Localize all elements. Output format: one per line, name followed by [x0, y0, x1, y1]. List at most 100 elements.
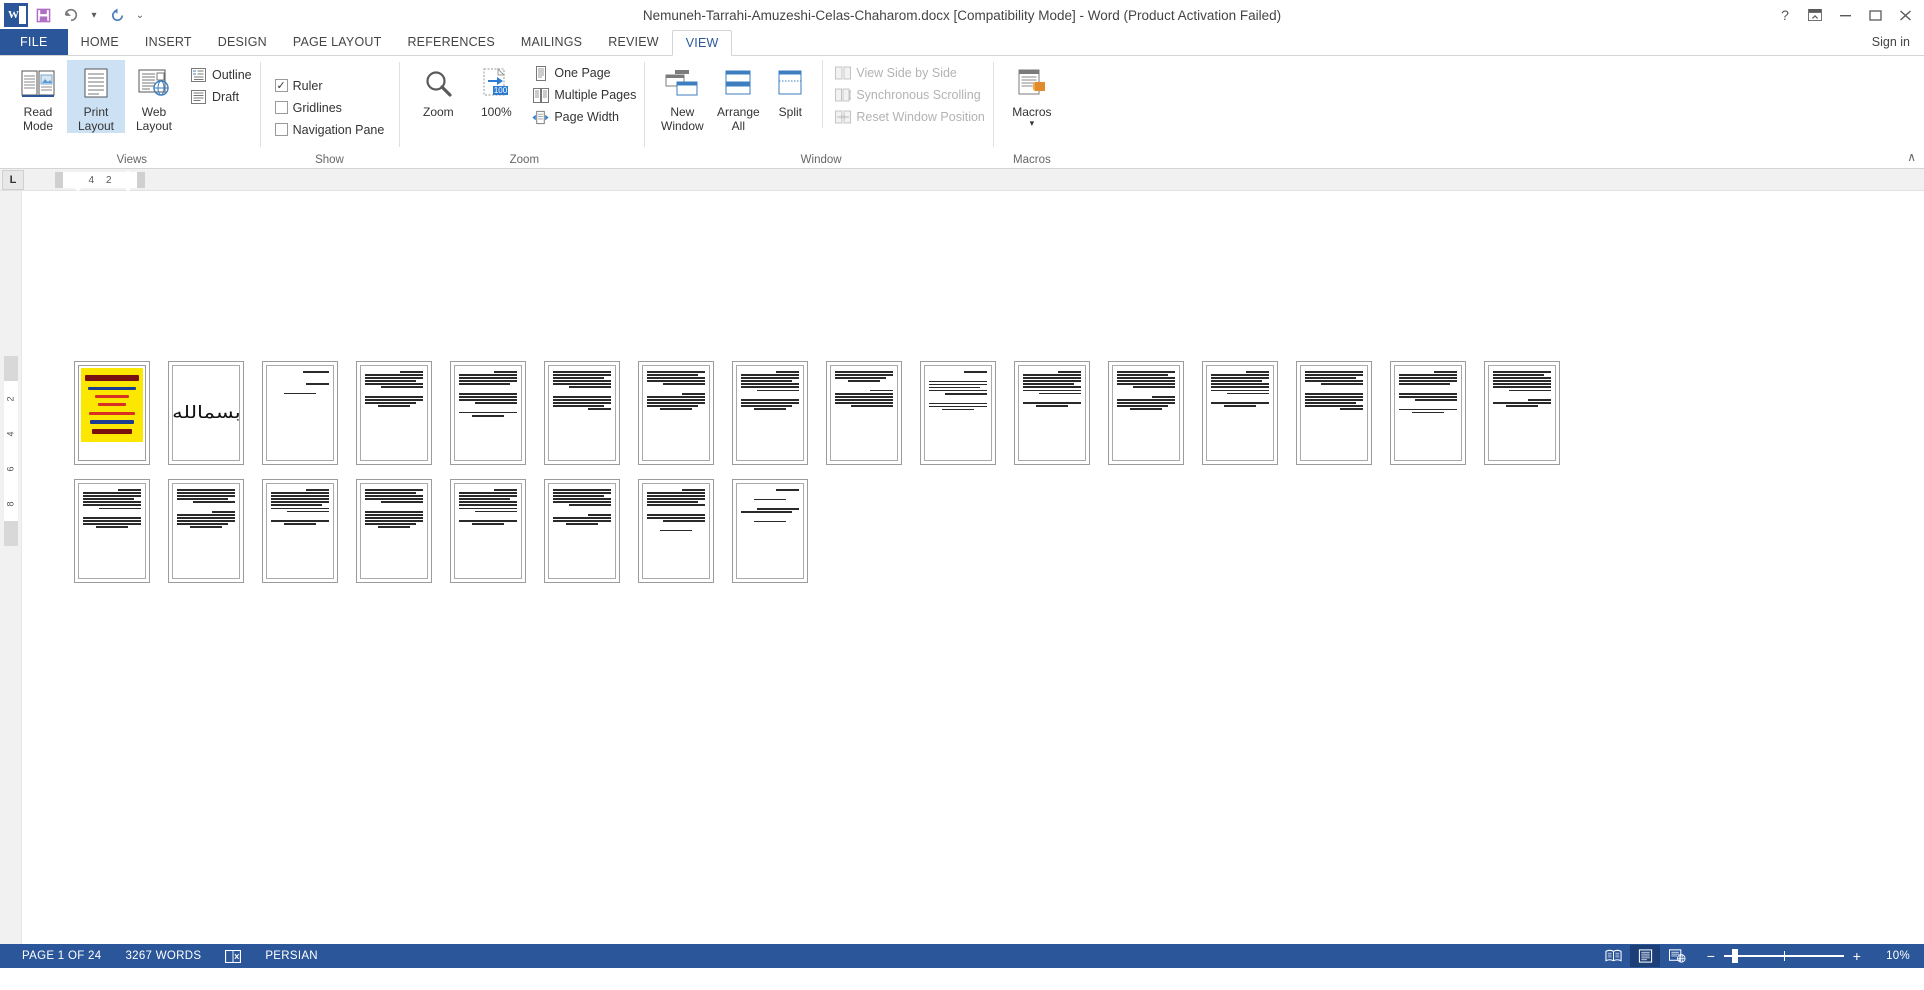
customize-qat-icon[interactable]: ⌄ [132, 2, 148, 28]
navigation-pane-checkbox[interactable] [274, 123, 288, 136]
advertisement-banner [81, 368, 143, 442]
page-thumbnail[interactable] [1484, 361, 1560, 465]
navigation-pane-checkbox-item[interactable]: Navigation Pane [272, 119, 388, 141]
proofing-errors-icon[interactable] [213, 949, 253, 963]
ruler-checkbox-item[interactable]: ✓ Ruler [272, 75, 326, 97]
read-mode-button[interactable]: Read Mode [9, 60, 67, 133]
arrange-all-button[interactable]: Arrange All [710, 60, 766, 133]
status-bar: PAGE 1 OF 24 3267 WORDS PERSIAN − + 10% [0, 944, 1924, 968]
draft-label: Draft [212, 90, 240, 104]
page-thumbnail[interactable] [1108, 361, 1184, 465]
web-layout-view-button[interactable] [1662, 945, 1692, 967]
horizontal-ruler[interactable]: L 4 2 [0, 169, 1924, 192]
minimize-button[interactable] [1830, 2, 1860, 28]
page-thumbnail[interactable] [544, 479, 620, 583]
gridlines-checkbox[interactable] [274, 101, 288, 114]
undo-dropdown-icon[interactable]: ▾ [86, 2, 102, 28]
page-canvas[interactable]: بسم​الله [22, 191, 1924, 944]
first-line-indent-marker[interactable] [123, 170, 133, 176]
zoom-track[interactable] [1724, 949, 1844, 963]
page-thumbnail[interactable] [638, 361, 714, 465]
zoom-slider[interactable]: − + [1704, 948, 1864, 964]
page-thumbnail[interactable] [262, 479, 338, 583]
draft-button[interactable]: Draft [187, 86, 255, 108]
page-thumbnail[interactable] [826, 361, 902, 465]
tab-page-layout[interactable]: PAGE LAYOUT [280, 29, 395, 55]
page-thumbnail[interactable] [74, 479, 150, 583]
multiple-pages-button[interactable]: Multiple Pages [529, 84, 639, 106]
print-layout-view-button[interactable] [1630, 945, 1660, 967]
tab-references[interactable]: REFERENCES [394, 29, 507, 55]
page-thumbnail[interactable] [732, 479, 808, 583]
page-thumbnail[interactable]: بسم​الله [168, 361, 244, 465]
page-thumbnail[interactable] [1202, 361, 1278, 465]
outline-button[interactable]: Outline [187, 64, 255, 86]
macros-button[interactable]: Macros ▾ [1003, 60, 1061, 128]
save-icon[interactable] [30, 2, 56, 28]
page-content [1300, 365, 1368, 461]
page-thumbnail[interactable] [1390, 361, 1466, 465]
collapse-ribbon-icon[interactable]: ∧ [1907, 150, 1916, 164]
arrange-all-icon [721, 63, 755, 105]
page-thumbnail[interactable] [544, 361, 620, 465]
sign-in-link[interactable]: Sign in [1872, 29, 1924, 55]
zoom-100-button[interactable]: 100 100% [467, 60, 525, 119]
vertical-ruler-scale: 2 4 6 8 [4, 381, 18, 521]
tab-mailings[interactable]: MAILINGS [508, 29, 595, 55]
tab-insert[interactable]: INSERT [132, 29, 205, 55]
tab-file[interactable]: FILE [0, 29, 68, 55]
zoom-in-button[interactable]: + [1850, 948, 1864, 964]
vertical-ruler[interactable]: 2 4 6 8 [0, 191, 22, 944]
tab-stop-selector[interactable]: L [2, 169, 24, 190]
language-indicator[interactable]: PERSIAN [253, 950, 330, 962]
page-thumbnail[interactable] [356, 479, 432, 583]
redo-icon[interactable] [104, 2, 130, 28]
page-thumbnail[interactable] [450, 479, 526, 583]
print-layout-label-1: Print [83, 105, 109, 119]
help-icon[interactable]: ? [1770, 2, 1800, 28]
undo-icon[interactable] [58, 2, 84, 28]
title-bar: W ▾ ⌄ Nemuneh-Tarrahi-Amuzeshi-Celas-Cha… [0, 0, 1924, 30]
page-thumbnail[interactable] [356, 361, 432, 465]
page-thumbnail[interactable] [1014, 361, 1090, 465]
tab-view[interactable]: VIEW [671, 30, 733, 56]
read-mode-view-button[interactable] [1598, 945, 1628, 967]
page-thumbnail[interactable] [262, 361, 338, 465]
one-page-button[interactable]: One Page [529, 62, 639, 84]
ruler-scale[interactable]: 4 2 [55, 170, 145, 192]
word-count[interactable]: 3267 WORDS [113, 950, 213, 962]
tab-review[interactable]: REVIEW [595, 29, 672, 55]
macros-dropdown-arrow[interactable]: ▾ [1030, 119, 1035, 128]
vruler-mark-4: 4 [5, 430, 16, 437]
zoom-out-button[interactable]: − [1704, 948, 1718, 964]
new-window-button[interactable]: New Window [654, 60, 710, 133]
zoom-thumb[interactable] [1732, 949, 1738, 963]
close-button[interactable] [1890, 2, 1920, 28]
page-thumbnail[interactable] [1296, 361, 1372, 465]
zoom-level-label[interactable]: 10% [1876, 950, 1910, 962]
gridlines-checkbox-item[interactable]: Gridlines [272, 97, 345, 119]
page-thumbnail[interactable] [74, 361, 150, 465]
page-width-button[interactable]: Page Width [529, 106, 639, 128]
page-indicator[interactable]: PAGE 1 OF 24 [10, 950, 113, 962]
tab-design[interactable]: DESIGN [205, 29, 280, 55]
page-thumbnail[interactable] [920, 361, 996, 465]
page-thumbnail[interactable] [638, 479, 714, 583]
vertical-ruler-top-margin [4, 356, 18, 381]
maximize-button[interactable] [1860, 2, 1890, 28]
tab-home[interactable]: HOME [68, 29, 132, 55]
web-layout-label-2: Layout [135, 119, 173, 133]
quick-access-toolbar: W ▾ ⌄ [0, 0, 148, 30]
ribbon-display-options-icon[interactable] [1800, 2, 1830, 28]
zoom-button[interactable]: Zoom [409, 60, 467, 119]
page-thumbnail[interactable] [168, 479, 244, 583]
page-content [360, 483, 428, 579]
read-mode-label-1: Read [23, 105, 53, 119]
print-layout-button[interactable]: Print Layout [67, 60, 125, 133]
ruler-mark-2: 2 [106, 174, 112, 186]
web-layout-button[interactable]: Web Layout [125, 60, 183, 133]
page-thumbnail[interactable] [732, 361, 808, 465]
page-thumbnail[interactable] [450, 361, 526, 465]
ruler-checkbox[interactable]: ✓ [274, 79, 288, 92]
split-button[interactable]: Split [766, 60, 814, 119]
